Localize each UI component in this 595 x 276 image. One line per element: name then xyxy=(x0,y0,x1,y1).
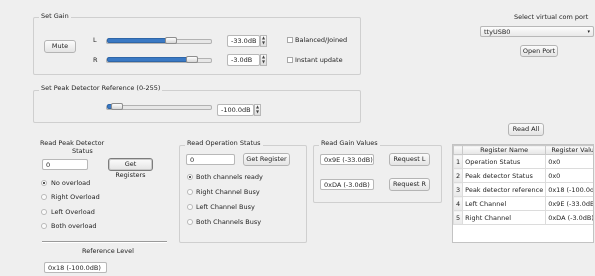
peak-reference-spinbox[interactable]: -100.0dB xyxy=(217,104,254,116)
register-table-header: Register Name Register Value xyxy=(453,145,593,155)
read-all-button[interactable]: Read All xyxy=(508,123,544,136)
radio-label-both-busy: Both Channels Busy xyxy=(196,218,262,226)
radio-label-both-overload: Both overload xyxy=(51,222,97,230)
request-right-button[interactable]: Request R xyxy=(389,178,430,191)
row-index: 5 xyxy=(453,210,464,225)
peak-divider xyxy=(42,241,167,243)
read-peak-title: Read Peak Detector xyxy=(40,139,105,147)
right-gain-spin-buttons[interactable]: ▲ ▼ xyxy=(260,54,267,66)
balanced-checkbox[interactable] xyxy=(287,37,293,43)
radio-left-overload[interactable] xyxy=(41,209,47,215)
spin-down-icon[interactable]: ▼ xyxy=(255,110,260,115)
radio-no-overload[interactable] xyxy=(41,180,47,186)
row-index: 4 xyxy=(453,196,464,211)
right-gain-slider-handle[interactable] xyxy=(186,56,198,63)
register-table: Register Name Register Value 1 Operation… xyxy=(453,145,593,225)
balanced-label: Balanced/Joined xyxy=(295,36,348,44)
set-gain-group xyxy=(33,17,361,75)
register-value-cell[interactable]: 0x9E (-33.0dB) xyxy=(545,196,593,211)
row-index: 3 xyxy=(453,182,464,197)
com-port-label: Select virtual com port xyxy=(514,13,589,21)
register-name-cell[interactable]: Operation Status xyxy=(462,154,547,169)
row-index: 2 xyxy=(453,168,464,183)
radio-both-ready[interactable] xyxy=(187,174,193,180)
set-gain-title: Set Gain xyxy=(39,12,71,20)
radio-both-busy[interactable] xyxy=(187,219,193,225)
radio-right-overload[interactable] xyxy=(41,194,47,200)
instant-update-label: Instant update xyxy=(295,56,343,64)
peak-reference-slider-handle[interactable] xyxy=(111,103,123,110)
left-gain-spin-buttons[interactable]: ▲ ▼ xyxy=(260,35,267,47)
radio-label-left-overload: Left Overload xyxy=(51,208,95,216)
register-name-cell[interactable]: Right Channel xyxy=(462,210,547,225)
table-row[interactable]: 3 Peak detector reference 0x18 (-100.0dB… xyxy=(453,182,593,197)
radio-both-overload[interactable] xyxy=(41,223,47,229)
get-registers-button[interactable]: Get Registers xyxy=(108,158,153,179)
instant-update-checkbox[interactable] xyxy=(287,57,293,63)
com-port-selected: ttyUSB0 xyxy=(484,28,511,36)
reference-level-field[interactable]: 0x18 (-100.0dB) xyxy=(44,262,107,273)
register-value-cell[interactable]: 0x0 xyxy=(545,168,593,183)
left-gain-readout[interactable]: 0x9E (-33.0dB) xyxy=(320,154,374,165)
right-gain-slider-fill xyxy=(107,57,192,62)
right-channel-label: R xyxy=(93,56,98,64)
spin-down-icon[interactable]: ▼ xyxy=(261,60,266,65)
left-gain-spinbox[interactable]: -33.0dB xyxy=(227,35,260,47)
radio-right-busy[interactable] xyxy=(187,189,193,195)
table-corner xyxy=(453,145,464,155)
read-op-title: Read Operation Status xyxy=(185,139,263,147)
register-value-cell[interactable]: 0xDA (-3.0dB) xyxy=(545,210,593,225)
peak-status-field[interactable]: 0 xyxy=(42,159,88,170)
spin-down-icon[interactable]: ▼ xyxy=(261,41,266,46)
peak-reference-spin-buttons[interactable]: ▲ ▼ xyxy=(254,104,261,116)
header-register-value[interactable]: Register Value xyxy=(545,145,593,155)
radio-left-busy[interactable] xyxy=(187,204,193,210)
left-channel-label: L xyxy=(93,36,97,44)
peak-status-label: Status xyxy=(72,147,93,155)
read-gain-title: Read Gain Values xyxy=(319,139,380,147)
radio-label-left-busy: Left Channel Busy xyxy=(196,203,255,211)
radio-label-both-ready: Both channels ready xyxy=(196,173,263,181)
right-gain-readout[interactable]: 0xDA (-3.0dB) xyxy=(320,179,374,190)
mute-button[interactable]: Mute xyxy=(44,40,76,53)
reference-level-label: Reference Level xyxy=(82,247,134,255)
com-port-select[interactable]: ttyUSB0 ▾ xyxy=(480,26,594,37)
row-index: 1 xyxy=(453,154,464,169)
right-gain-spinbox[interactable]: -3.0dB xyxy=(227,54,260,66)
register-value-cell[interactable]: 0x0 xyxy=(545,154,593,169)
header-register-name[interactable]: Register Name xyxy=(462,145,547,155)
radio-label-no-overload: No overload xyxy=(51,179,91,187)
table-row[interactable]: 4 Left Channel 0x9E (-33.0dB) xyxy=(453,196,593,211)
request-left-button[interactable]: Request L xyxy=(389,153,430,166)
radio-label-right-busy: Right Channel Busy xyxy=(196,188,260,196)
op-status-field[interactable]: 0 xyxy=(186,154,235,165)
get-register-button[interactable]: Get Register xyxy=(243,153,290,166)
register-name-cell[interactable]: Left Channel xyxy=(462,196,547,211)
chevron-down-icon: ▾ xyxy=(587,29,590,35)
register-table-container: Register Name Register Value 1 Operation… xyxy=(452,144,594,243)
register-name-cell[interactable]: Peak detector Status xyxy=(462,168,547,183)
radio-label-right-overload: Right Overload xyxy=(51,193,100,201)
left-gain-slider-fill xyxy=(107,38,171,43)
register-value-cell[interactable]: 0x18 (-100.0dB) xyxy=(545,182,593,197)
table-row[interactable]: 2 Peak detector Status 0x0 xyxy=(453,168,593,183)
register-name-cell[interactable]: Peak detector reference xyxy=(462,182,547,197)
table-row[interactable]: 1 Operation Status 0x0 xyxy=(453,154,593,169)
open-port-button[interactable]: Open Port xyxy=(520,45,558,57)
left-gain-slider-handle[interactable] xyxy=(165,37,177,44)
table-row[interactable]: 5 Right Channel 0xDA (-3.0dB) xyxy=(453,210,593,225)
peak-reference-title: Set Peak Detector Reference (0-255) xyxy=(39,84,163,92)
